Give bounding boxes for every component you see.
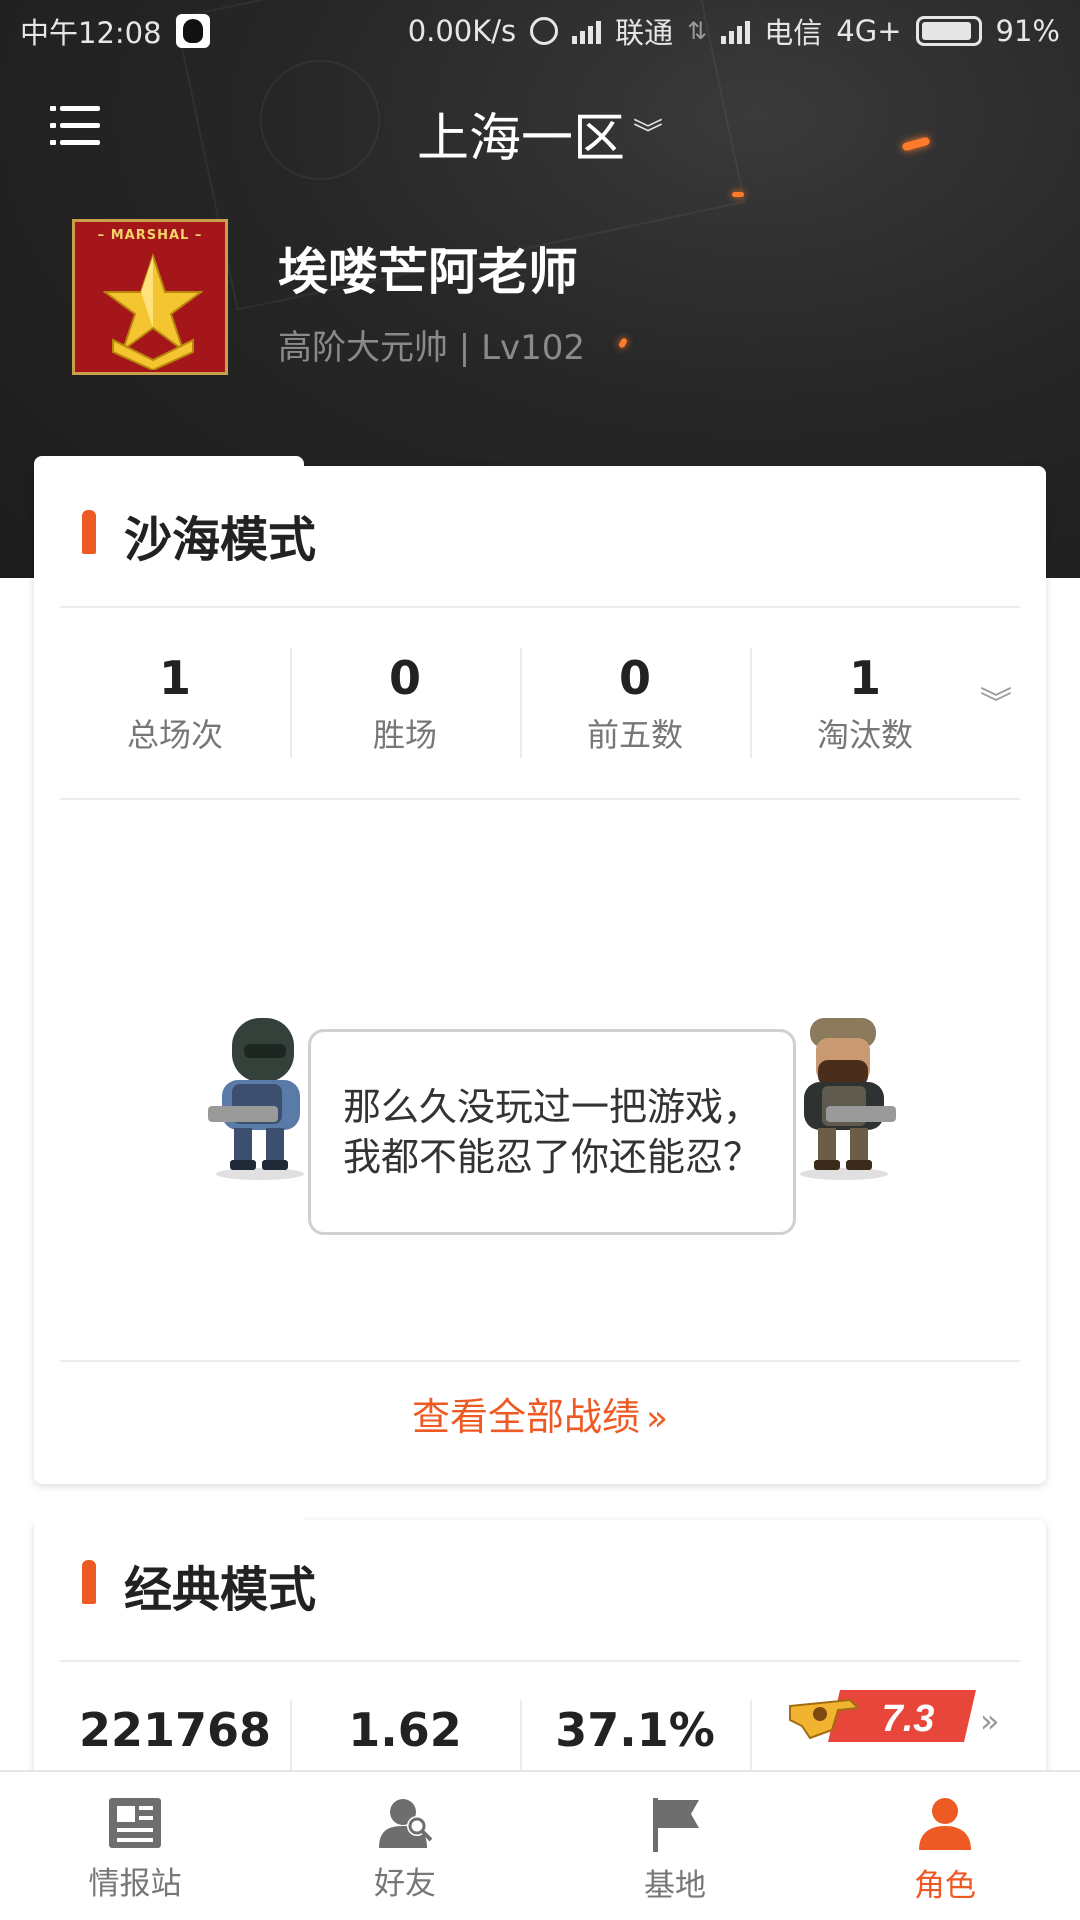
view-all-label: 查看全部战绩 (411, 1395, 640, 1439)
nav-label: 情报站 (88, 1866, 182, 1902)
battery-icon (915, 16, 982, 46)
carrier-1: 联通 (615, 16, 674, 50)
desert-mode-card: 沙海模式 1 总场次 0 胜场 0 前五数 1 淘汰数 ︾ 那么久没玩过一把游戏… (34, 456, 1046, 1484)
stat-label: 总场次 (126, 716, 223, 754)
person-icon (919, 1798, 971, 1850)
stat-value: 1.62 (348, 1703, 462, 1757)
stat-win-rate: 37.1% (520, 1700, 750, 1810)
carrier-2: 电信 (764, 16, 823, 50)
gun-rating-badge: 7.3 (789, 1690, 976, 1742)
battery-level: 91% (995, 14, 1060, 48)
network-type: 4G+ (836, 14, 902, 48)
soldier-left-icon (208, 1018, 304, 1180)
star-rank-icon (103, 252, 203, 370)
stat-wins: 0 胜场 (290, 648, 520, 758)
alarm-icon (530, 17, 559, 45)
nav-label: 角色 (914, 1868, 976, 1904)
empty-state-message: 那么久没玩过一把游戏，我都不能忍了你还能忍？ (308, 1029, 796, 1235)
spark (617, 337, 629, 349)
nav-item-character[interactable]: 角色 (810, 1772, 1080, 1920)
chevron-down-icon[interactable]: ︾ (980, 678, 1012, 724)
stat-top-five: 0 前五数 (520, 648, 750, 758)
stat-total-matches: 1 总场次 (60, 648, 290, 756)
server-name: 上海一区 (416, 109, 625, 169)
divider (60, 606, 1020, 608)
nav-item-friends[interactable]: 好友 (270, 1772, 540, 1920)
nav-item-base[interactable]: 基地 (540, 1772, 810, 1920)
player-rank: 高阶大元帅 | Lv102 (278, 328, 586, 368)
bottom-navigation: 情报站 好友 基地 角色 (0, 1770, 1080, 1920)
card-title: 沙海模式 (124, 512, 317, 568)
rank-badge: – MARSHAL – (72, 219, 228, 375)
stat-value: 37.1% (555, 1703, 715, 1757)
nav-label: 好友 (374, 1866, 436, 1902)
stat-value: 1 (848, 651, 881, 705)
nav-item-news[interactable]: 情报站 (0, 1772, 270, 1920)
double-chevron-right-icon: » (645, 1398, 669, 1439)
chevron-right-icon[interactable]: » (980, 1702, 1000, 1740)
signal-icon (572, 18, 602, 44)
network-speed: 0.00K/s (407, 14, 517, 48)
player-name: 埃喽芒阿老师 (278, 243, 578, 301)
divider (60, 1660, 1020, 1662)
stat-value: 1 (158, 651, 191, 705)
stat-eliminations: 1 淘汰数 (750, 648, 980, 758)
server-selector[interactable]: 上海一区 ︾ (0, 96, 1080, 171)
rating-value: 7.3 (882, 1698, 935, 1740)
stat-label: 胜场 (372, 716, 437, 754)
bullet-icon (82, 510, 96, 554)
card-tab (34, 456, 304, 476)
stat-kd: 1.62 (290, 1700, 520, 1810)
friends-icon (379, 1799, 433, 1848)
divider (60, 1360, 1020, 1362)
chevron-down-icon: ︾ (633, 117, 663, 152)
bullet-icon (82, 1560, 96, 1604)
stat-value: 221768 (78, 1703, 272, 1757)
stat-value: 0 (618, 651, 651, 705)
stat-value: 0 (388, 651, 421, 705)
stat-label: 前五数 (586, 716, 683, 754)
card-title: 经典模式 (124, 1562, 317, 1618)
news-icon (109, 1798, 161, 1848)
status-time: 中午12:08 (20, 16, 162, 50)
divider (60, 798, 1020, 800)
qq-notification-icon (175, 14, 210, 48)
flag-icon (653, 1798, 699, 1852)
spark (732, 192, 744, 197)
card-tab (34, 1510, 304, 1530)
stats-row[interactable]: 1 总场次 0 胜场 0 前五数 1 淘汰数 (60, 648, 980, 758)
view-all-records-link[interactable]: 查看全部战绩» (34, 1386, 1046, 1441)
soldier-right-icon (800, 1018, 896, 1180)
nav-label: 基地 (644, 1868, 706, 1904)
badge-text: – MARSHAL – (97, 228, 203, 243)
signal-icon (721, 18, 751, 44)
stat-label: 淘汰数 (816, 716, 913, 754)
data-transfer-icon: ⇅ (687, 17, 708, 45)
stat-total-matches: 221768 (60, 1700, 290, 1760)
status-bar: 中午12:08 0.00K/s 联通 ⇅ 电信 4G+ 91% (0, 0, 1080, 62)
